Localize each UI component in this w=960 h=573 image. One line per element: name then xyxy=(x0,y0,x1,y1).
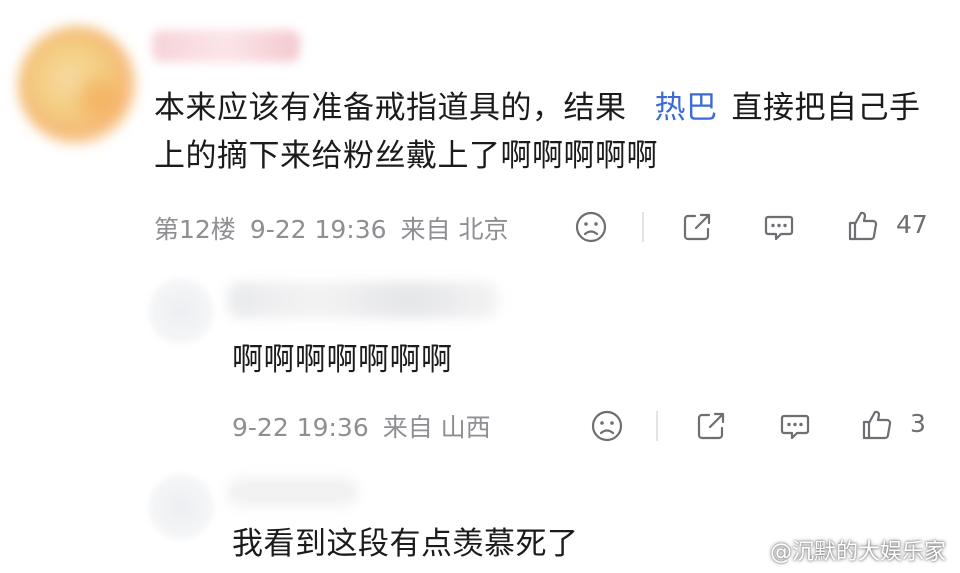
comment-meta: 9-22 19:36 来自 山西 xyxy=(232,408,491,444)
share-icon[interactable] xyxy=(680,210,714,244)
timestamp: 9-22 19:36 xyxy=(232,413,369,442)
timestamp: 9-22 19:36 xyxy=(249,215,387,244)
floor-number: 第12楼 xyxy=(154,215,236,244)
location: 来自 北京 xyxy=(400,215,509,244)
avatar[interactable] xyxy=(18,26,136,144)
username-blurred[interactable] xyxy=(228,478,358,506)
watermark-text: @沉默的大娱乐家 xyxy=(769,540,946,565)
like-icon[interactable] xyxy=(860,408,894,442)
share-icon[interactable] xyxy=(694,409,728,443)
avatar[interactable] xyxy=(148,474,214,540)
dislike-icon[interactable] xyxy=(590,409,624,443)
like-count: 3 xyxy=(910,409,926,438)
dislike-icon[interactable] xyxy=(574,210,608,244)
location: 来自 山西 xyxy=(382,413,491,442)
avatar[interactable] xyxy=(148,278,214,344)
comment-icon[interactable] xyxy=(778,409,812,443)
like-icon[interactable] xyxy=(846,209,880,243)
avatar-decoration xyxy=(78,78,118,118)
mention-link[interactable]: 热巴 xyxy=(655,90,718,126)
comment-icon[interactable] xyxy=(762,210,796,244)
comment-text: 啊啊啊啊啊啊啊 xyxy=(232,342,453,378)
divider xyxy=(642,212,644,242)
comment-text: 我看到这段有点羡慕死了 xyxy=(232,526,579,562)
comment-meta: 第12楼 9-22 19:36 来自 北京 xyxy=(154,210,509,246)
divider xyxy=(656,411,658,441)
weibo-logo-icon xyxy=(742,541,766,561)
watermark: @沉默的大娱乐家 xyxy=(742,534,946,566)
username-blurred[interactable] xyxy=(228,282,498,318)
comment-text: 本来应该有准备戒指道具的，结果 热巴 直接把自己手上的摘下来给粉丝戴上了啊啊啊啊啊 xyxy=(154,84,944,180)
comment-text-part: 本来应该有准备戒指道具的，结果 xyxy=(154,90,627,126)
like-count: 47 xyxy=(896,210,928,239)
username-blurred[interactable] xyxy=(152,30,300,62)
